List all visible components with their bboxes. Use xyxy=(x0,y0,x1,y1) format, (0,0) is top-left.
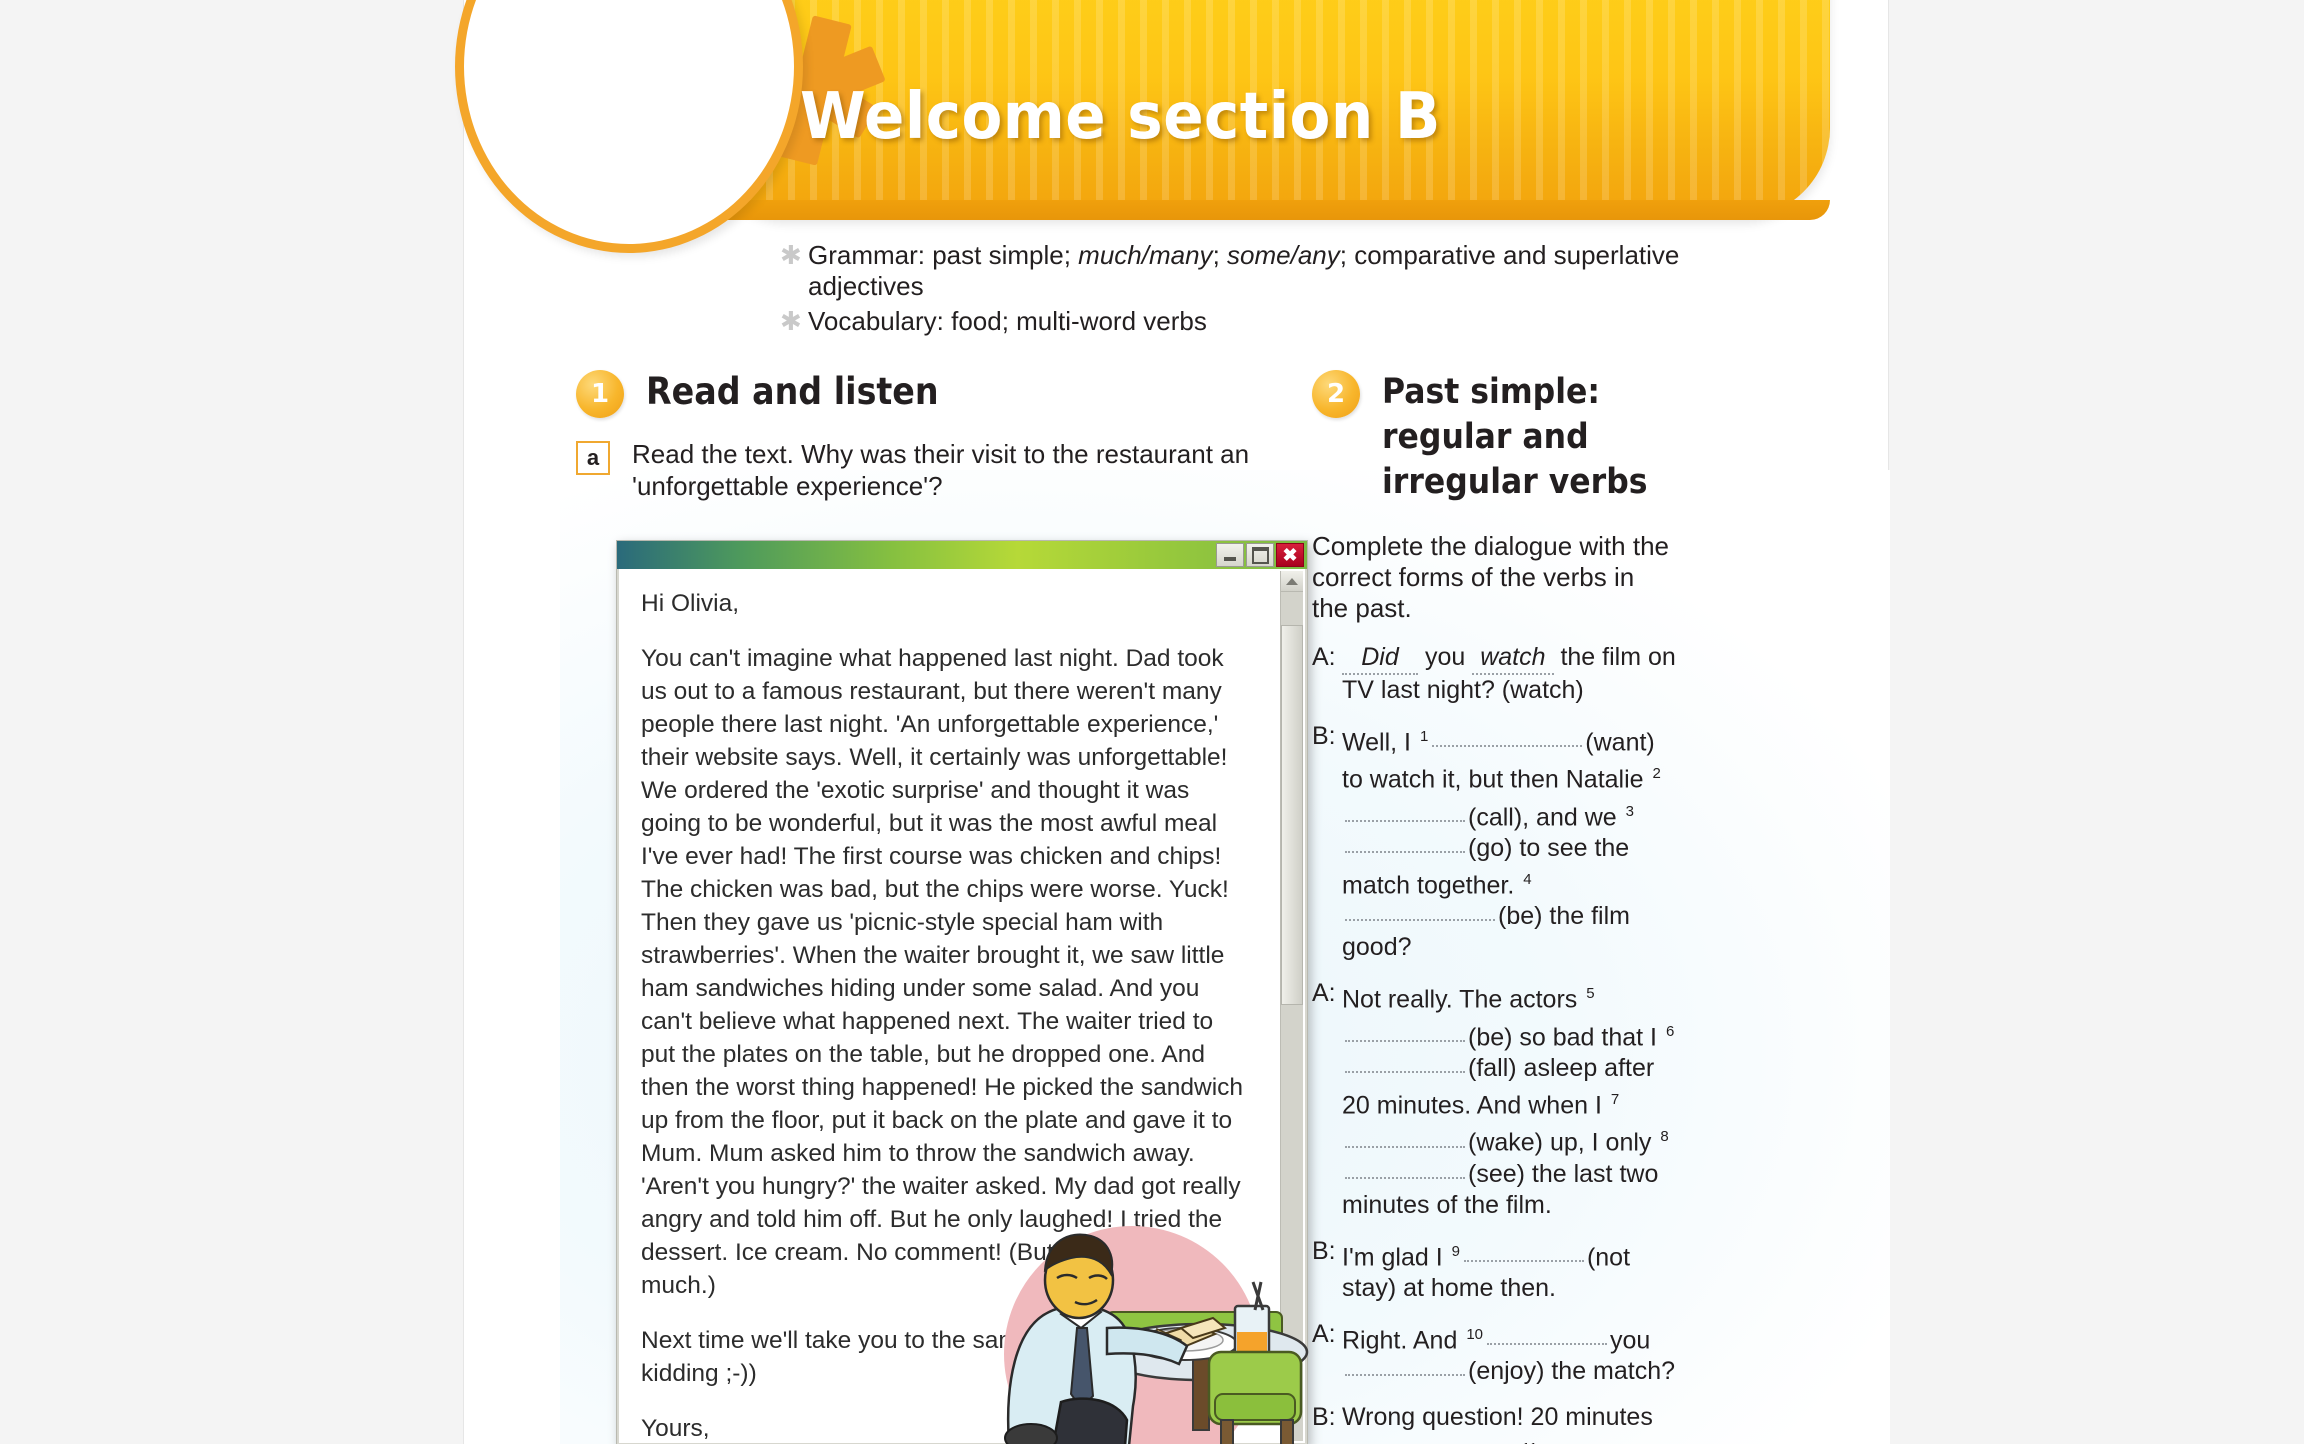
minimize-icon xyxy=(1224,557,1236,561)
dialogue-row: A: Right. And 10 you (enjoy) the match? xyxy=(1312,1319,1682,1387)
star-icon: ✱ xyxy=(780,240,802,270)
answer-blank[interactable] xyxy=(1345,1176,1465,1179)
star-icon: ✱ xyxy=(780,306,802,336)
gap-number: 4 xyxy=(1523,870,1532,888)
answer-blank[interactable] xyxy=(1463,1259,1584,1262)
dialogue-row: A: Not really. The actors 5(be) so bad th… xyxy=(1312,978,1682,1220)
dialogue-line: Did you watch the film on TV last night?… xyxy=(1342,642,1676,704)
answer-blank[interactable] xyxy=(1345,850,1465,853)
textbook-page: Welcome section B ✱ Grammar: past simple… xyxy=(0,0,2304,1444)
scroll-up-arrow-icon[interactable] xyxy=(1281,571,1303,592)
dialogue-speaker: B: xyxy=(1312,1236,1336,1265)
answer-filled[interactable]: Did xyxy=(1342,642,1418,675)
exercise-1-title: Read and listen xyxy=(646,370,939,413)
exercise-2: 2 Past simple: regular and irregular ver… xyxy=(1312,370,1712,1444)
dialogue-list: A: Did you watch the film on TV last nigh… xyxy=(1312,642,1682,1444)
minimize-button[interactable] xyxy=(1216,543,1244,567)
exercise-2-number: 2 xyxy=(1312,370,1360,418)
answer-blank[interactable] xyxy=(1345,1374,1465,1377)
gap-number: 11 xyxy=(1522,1440,1538,1444)
objective-item: ✱ Vocabulary: food; multi-word verbs xyxy=(780,306,1790,337)
maximize-icon xyxy=(1251,546,1269,564)
dialogue-line: I'm glad I 9 (not stay) at home then. xyxy=(1342,1242,1631,1302)
scrollbar-thumb[interactable] xyxy=(1281,625,1303,1005)
email-paragraph-main: You can't imagine what happened last nig… xyxy=(641,645,1244,1299)
gap-number: 6 xyxy=(1665,1022,1675,1040)
gap-number: 7 xyxy=(1610,1090,1620,1108)
window-titlebar[interactable]: ✖ xyxy=(617,541,1307,569)
email-greeting: Hi Olivia, xyxy=(641,590,740,617)
task-instruction: Read the text. Why was their visit to th… xyxy=(632,439,1250,501)
dialogue-line: Not really. The actors 5(be) so bad that… xyxy=(1342,985,1675,1219)
answer-blank[interactable] xyxy=(1345,1145,1465,1148)
answer-blank[interactable] xyxy=(1345,1070,1465,1073)
close-button[interactable]: ✖ xyxy=(1276,543,1304,567)
dialogue-row: A: Did you watch the film on TV last nigh… xyxy=(1312,642,1682,706)
dialogue-speaker: A: xyxy=(1312,979,1336,1008)
exercise-1: 1 Read and listen a Read the text. Why w… xyxy=(576,370,1266,502)
dialogue-speaker: B: xyxy=(1312,1403,1336,1432)
objective-grammar-text: Grammar: past simple; much/many; some/an… xyxy=(808,240,1680,301)
exercise-1-task-a: a Read the text. Why was their visit to … xyxy=(576,438,1266,502)
exercise-1-number: 1 xyxy=(576,370,624,418)
dialogue-speaker: B: xyxy=(1312,722,1336,750)
answer-blank[interactable] xyxy=(1345,919,1495,922)
gap-number: 8 xyxy=(1660,1128,1669,1146)
dialogue-speaker: A: xyxy=(1312,643,1336,671)
exercise-2-header: 2 Past simple: regular and irregular ver… xyxy=(1312,370,1712,505)
maximize-button[interactable] xyxy=(1246,543,1274,567)
dialogue-row: B: Well, I 1 (want) to watch it, but then … xyxy=(1312,721,1682,963)
answer-filled[interactable]: watch xyxy=(1472,642,1554,675)
gap-number: 2 xyxy=(1652,765,1661,783)
objective-item: ✱ Grammar: past simple; much/many; some/… xyxy=(780,240,1790,302)
answer-blank[interactable] xyxy=(1345,819,1465,822)
header-banner-edge xyxy=(700,200,1830,220)
answer-blank[interactable] xyxy=(1345,1039,1465,1042)
gap-number: 10 xyxy=(1466,1325,1483,1343)
dialogue-speaker: A: xyxy=(1312,1319,1336,1348)
dialogue-line: Well, I 1 (want) to watch it, but then Na… xyxy=(1342,728,1661,962)
gap-number: 5 xyxy=(1586,985,1595,1003)
page-title: Welcome section B xyxy=(800,80,1441,154)
exercise-1-header: 1 Read and listen xyxy=(576,370,1266,418)
waiter-illustration xyxy=(1004,1226,1309,1444)
dialogue-line: Right. And 10 you (enjoy) the match? xyxy=(1342,1325,1676,1386)
exercise-2-instruction: Complete the dialogue with the correct f… xyxy=(1312,531,1670,623)
gap-number: 9 xyxy=(1451,1242,1460,1260)
answer-blank[interactable] xyxy=(1432,745,1583,748)
gap-number: 1 xyxy=(1419,728,1429,745)
dialogue-row: B: I'm glad I 9 (not stay) at home then. xyxy=(1312,1236,1682,1304)
answer-blank[interactable] xyxy=(1487,1343,1607,1346)
task-letter-badge: a xyxy=(576,441,610,475)
dialogue-line: Wrong question! 20 minutes into the game… xyxy=(1342,1402,1682,1444)
exercise-2-title: Past simple: regular and irregular verbs xyxy=(1382,372,1648,502)
objectives-list: ✱ Grammar: past simple; much/many; some/… xyxy=(780,240,1790,341)
dialogue-row: B:Wrong question! 20 minutes into the ga… xyxy=(1312,1402,1682,1444)
objective-vocabulary-text: Vocabulary: food; multi-word verbs xyxy=(808,306,1207,336)
gap-number: 3 xyxy=(1625,802,1634,820)
